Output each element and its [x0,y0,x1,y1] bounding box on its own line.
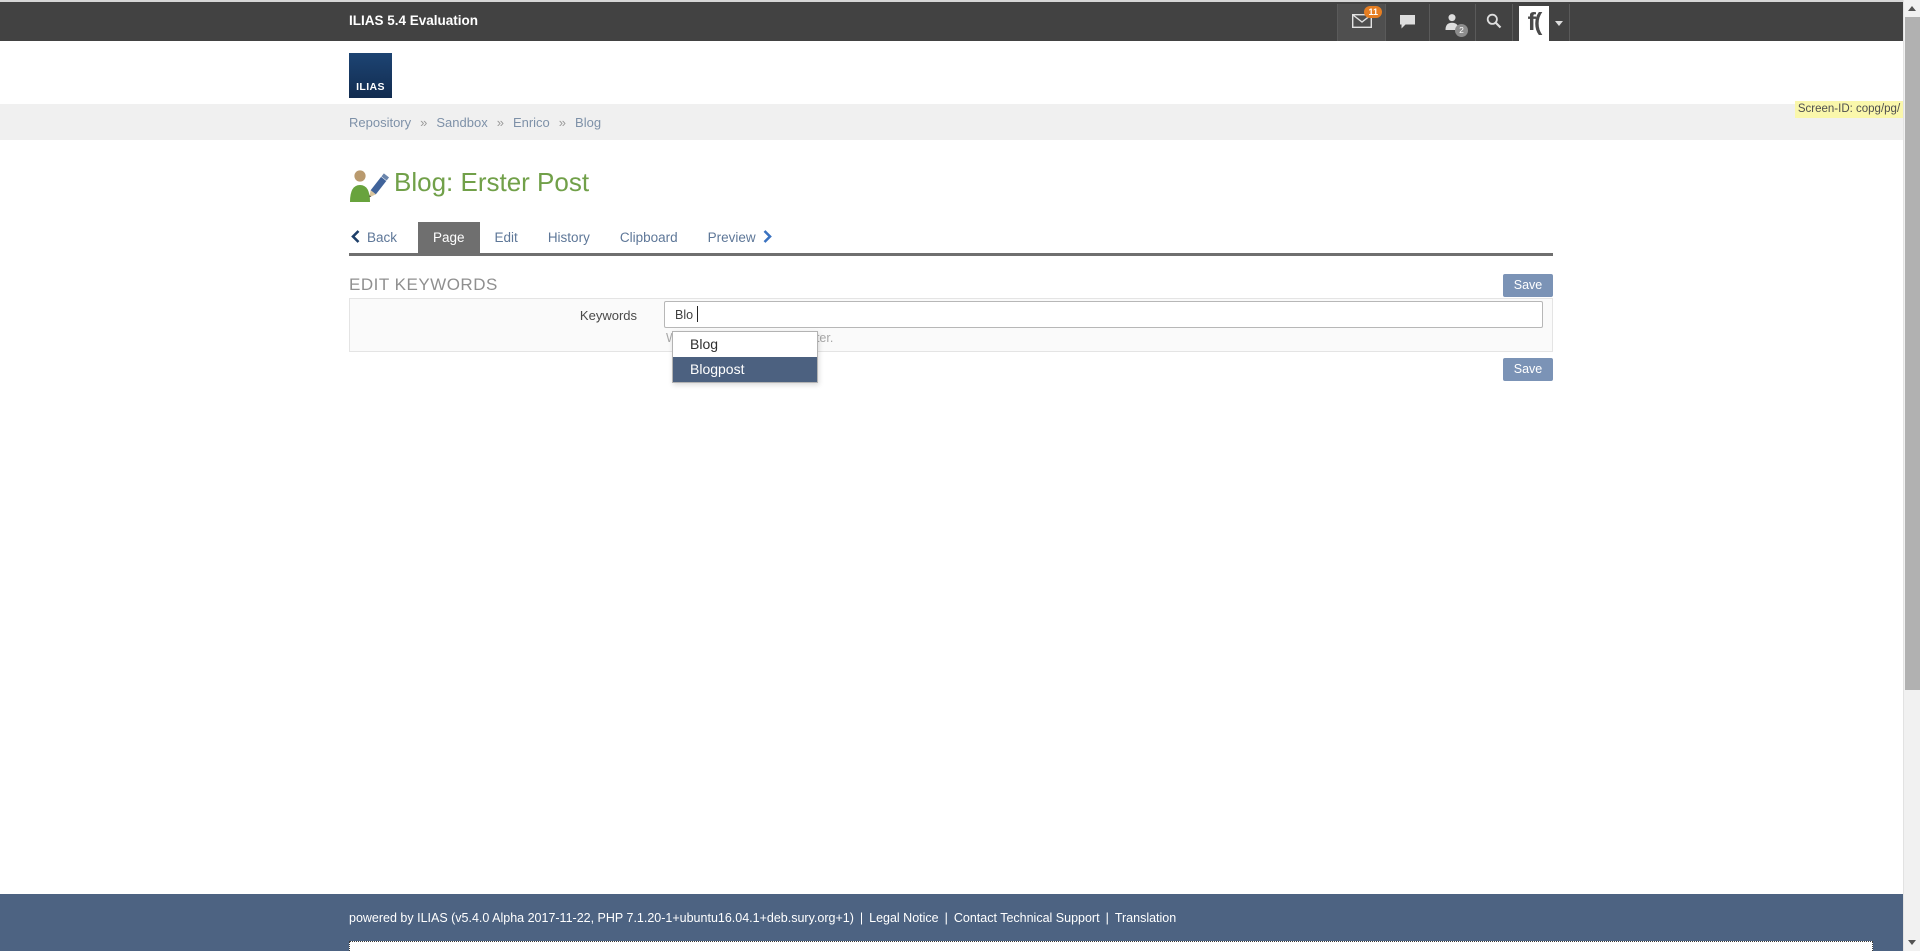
screen-id-badge: Screen-ID: copg/pg/ [1795,101,1903,118]
breadcrumb-repository[interactable]: Repository [349,115,411,130]
search-button[interactable] [1475,4,1512,43]
profile-avatar: f( [1519,6,1549,42]
topbar: ILIAS 5.4 Evaluation 11 2 [0,0,1903,41]
scroll-down-button[interactable] [1904,934,1920,951]
ilias-logo[interactable]: ILIAS [349,53,392,98]
scroll-up-button[interactable] [1904,0,1920,17]
tab-edit[interactable]: Edit [480,222,533,253]
tab-label: Edit [495,230,518,245]
chevron-right-icon [763,230,772,246]
tab-label: Preview [708,230,756,245]
ilias-app-window: ILIAS 5.4 Evaluation 11 2 [0,0,1920,951]
topbar-icon-group: 11 2 f( [1337,4,1570,43]
breadcrumb: Repository » Sandbox » Enrico » Blog [349,115,601,130]
contacts-button[interactable]: 2 [1429,4,1475,43]
main-navbar: PERSONAL DESKTOP ▾ REPOSITORY ▾ ADMINIST… [0,41,1903,104]
footer-separator: | [945,911,948,925]
footer-separator: | [860,911,863,925]
chevron-left-icon [351,230,360,246]
footer-link-translation[interactable]: Translation [1115,911,1176,925]
keywords-input[interactable] [664,301,1543,328]
mail-button[interactable]: 11 [1337,4,1385,43]
speech-bubble-icon [1399,14,1416,34]
tab-label: Clipboard [620,230,678,245]
keywords-label: Keywords [349,308,637,323]
breadcrumb-separator: » [559,115,566,130]
page-title: Blog: Erster Post [394,167,589,198]
contacts-count-badge: 2 [1455,24,1468,37]
chat-button[interactable] [1385,4,1429,43]
vertical-scrollbar[interactable] [1903,0,1920,951]
bottom-dotted-divider [349,941,1873,951]
footer-link-legal-notice[interactable]: Legal Notice [869,911,939,925]
save-button-bottom[interactable]: Save [1503,358,1553,381]
powered-by-text: powered by ILIAS (v5.4.0 Alpha 2017-11-2… [349,911,854,925]
scrollbar-thumb[interactable] [1905,17,1920,690]
tab-preview[interactable]: Preview [693,222,787,253]
caret-down-icon [1555,21,1563,26]
footer-text: powered by ILIAS (v5.4.0 Alpha 2017-11-2… [349,911,1176,925]
section-heading: EDIT KEYWORDS [349,275,498,295]
tab-page[interactable]: Page [418,222,480,253]
autocomplete-option-blogpost[interactable]: Blogpost [673,357,817,382]
footer-separator: | [1106,911,1109,925]
tab-clipboard[interactable]: Clipboard [605,222,693,253]
app-title: ILIAS 5.4 Evaluation [349,13,478,28]
breadcrumb-separator: » [497,115,504,130]
tab-bar: Back Page Edit History Clipboard Preview [349,222,1553,256]
save-button-top[interactable]: Save [1503,274,1553,297]
tab-back[interactable]: Back [349,222,412,253]
tab-history[interactable]: History [533,222,605,253]
mail-count-badge: 11 [1364,6,1382,18]
text-cursor [697,306,698,322]
footer-link-contact-support[interactable]: Contact Technical Support [954,911,1100,925]
tab-label: Back [367,230,397,245]
blog-author-pencil-icon [349,169,389,208]
keywords-autocomplete-dropdown: Blog Blogpost [672,331,818,383]
breadcrumb-sandbox[interactable]: Sandbox [436,115,487,130]
breadcrumb-separator: » [420,115,427,130]
profile-menu-button[interactable]: f( [1512,4,1570,43]
tab-label: Page [433,230,465,245]
breadcrumb-bar: Repository » Sandbox » Enrico » Blog [0,104,1903,140]
scroll-up-icon [1908,6,1916,11]
breadcrumb-enrico[interactable]: Enrico [513,115,550,130]
tab-label: History [548,230,590,245]
scroll-down-icon [1908,940,1916,945]
magnifier-icon [1486,13,1502,34]
breadcrumb-blog[interactable]: Blog [575,115,601,130]
autocomplete-option-blog[interactable]: Blog [673,332,817,357]
